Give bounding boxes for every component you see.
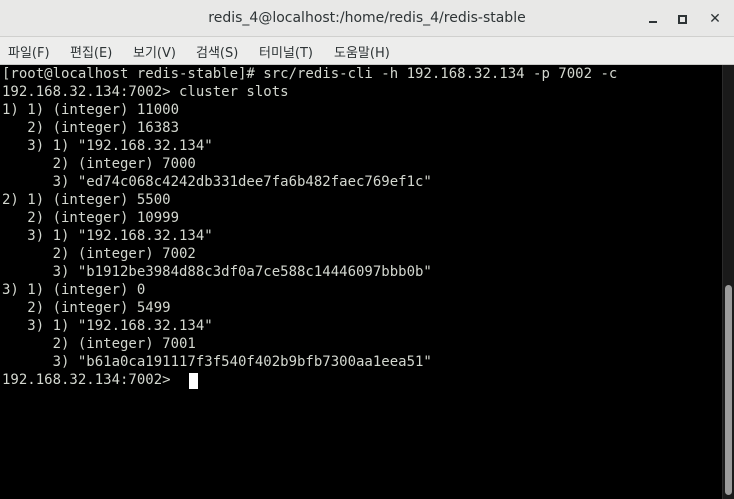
maximize-icon [677, 14, 687, 24]
close-button[interactable]: ✕ [704, 8, 726, 30]
terminal-line: [root@localhost redis-stable]# src/redis… [2, 66, 618, 82]
terminal-line: 3) "b1912be3984d88c3df0a7ce588c14446097b… [2, 264, 432, 280]
terminal-line: 3) "ed74c068c4242db331dee7fa6b482faec769… [2, 174, 432, 190]
menu-view[interactable]: 보기(V) [133, 42, 176, 61]
terminal-scrollbar[interactable] [722, 65, 734, 499]
terminal-line: 2) 1) (integer) 5500 [2, 192, 171, 208]
scrollbar-thumb[interactable] [725, 285, 732, 495]
terminal-line: 2) (integer) 7000 [2, 156, 196, 172]
minimize-button[interactable] [642, 8, 664, 30]
terminal-line: 1) 1) (integer) 11000 [2, 102, 180, 118]
terminal-line: 3) "b61a0ca191117f3f540f402b9bfb7300aa1e… [2, 354, 432, 370]
minimize-icon [649, 21, 657, 23]
window-title: redis_4@localhost:/home/redis_4/redis-st… [208, 10, 526, 26]
terminal-line: 192.168.32.134:7002> cluster slots [2, 84, 289, 100]
terminal-output[interactable]: [root@localhost redis-stable]# src/redis… [0, 65, 722, 499]
menu-help[interactable]: 도움말(H) [334, 42, 390, 61]
menu-terminal[interactable]: 터미널(T) [259, 42, 313, 61]
menu-edit[interactable]: 편집(E) [70, 42, 112, 61]
close-icon: ✕ [709, 11, 721, 27]
terminal-line: 2) (integer) 7002 [2, 246, 196, 262]
terminal-line: 2) (integer) 10999 [2, 210, 180, 226]
menu-file[interactable]: 파일(F) [8, 42, 50, 61]
maximize-button[interactable] [671, 8, 693, 30]
terminal-line: 3) 1) "192.168.32.134" [2, 318, 213, 334]
terminal-line: 2) (integer) 7001 [2, 336, 196, 352]
terminal-line: 2) (integer) 5499 [2, 300, 171, 316]
terminal-line: 3) 1) "192.168.32.134" [2, 228, 213, 244]
menu-bar: 파일(F) 편집(E) 보기(V) 검색(S) 터미널(T) 도움말(H) [0, 37, 734, 65]
terminal-line: 2) (integer) 16383 [2, 120, 180, 136]
terminal-line: 3) 1) "192.168.32.134" [2, 138, 213, 154]
terminal-prompt-line: 192.168.32.134:7002> [2, 372, 180, 388]
menu-search[interactable]: 검색(S) [196, 42, 238, 61]
terminal-cursor [189, 373, 198, 389]
window-titlebar[interactable]: redis_4@localhost:/home/redis_4/redis-st… [0, 0, 734, 37]
terminal-line: 3) 1) (integer) 0 [2, 282, 146, 298]
